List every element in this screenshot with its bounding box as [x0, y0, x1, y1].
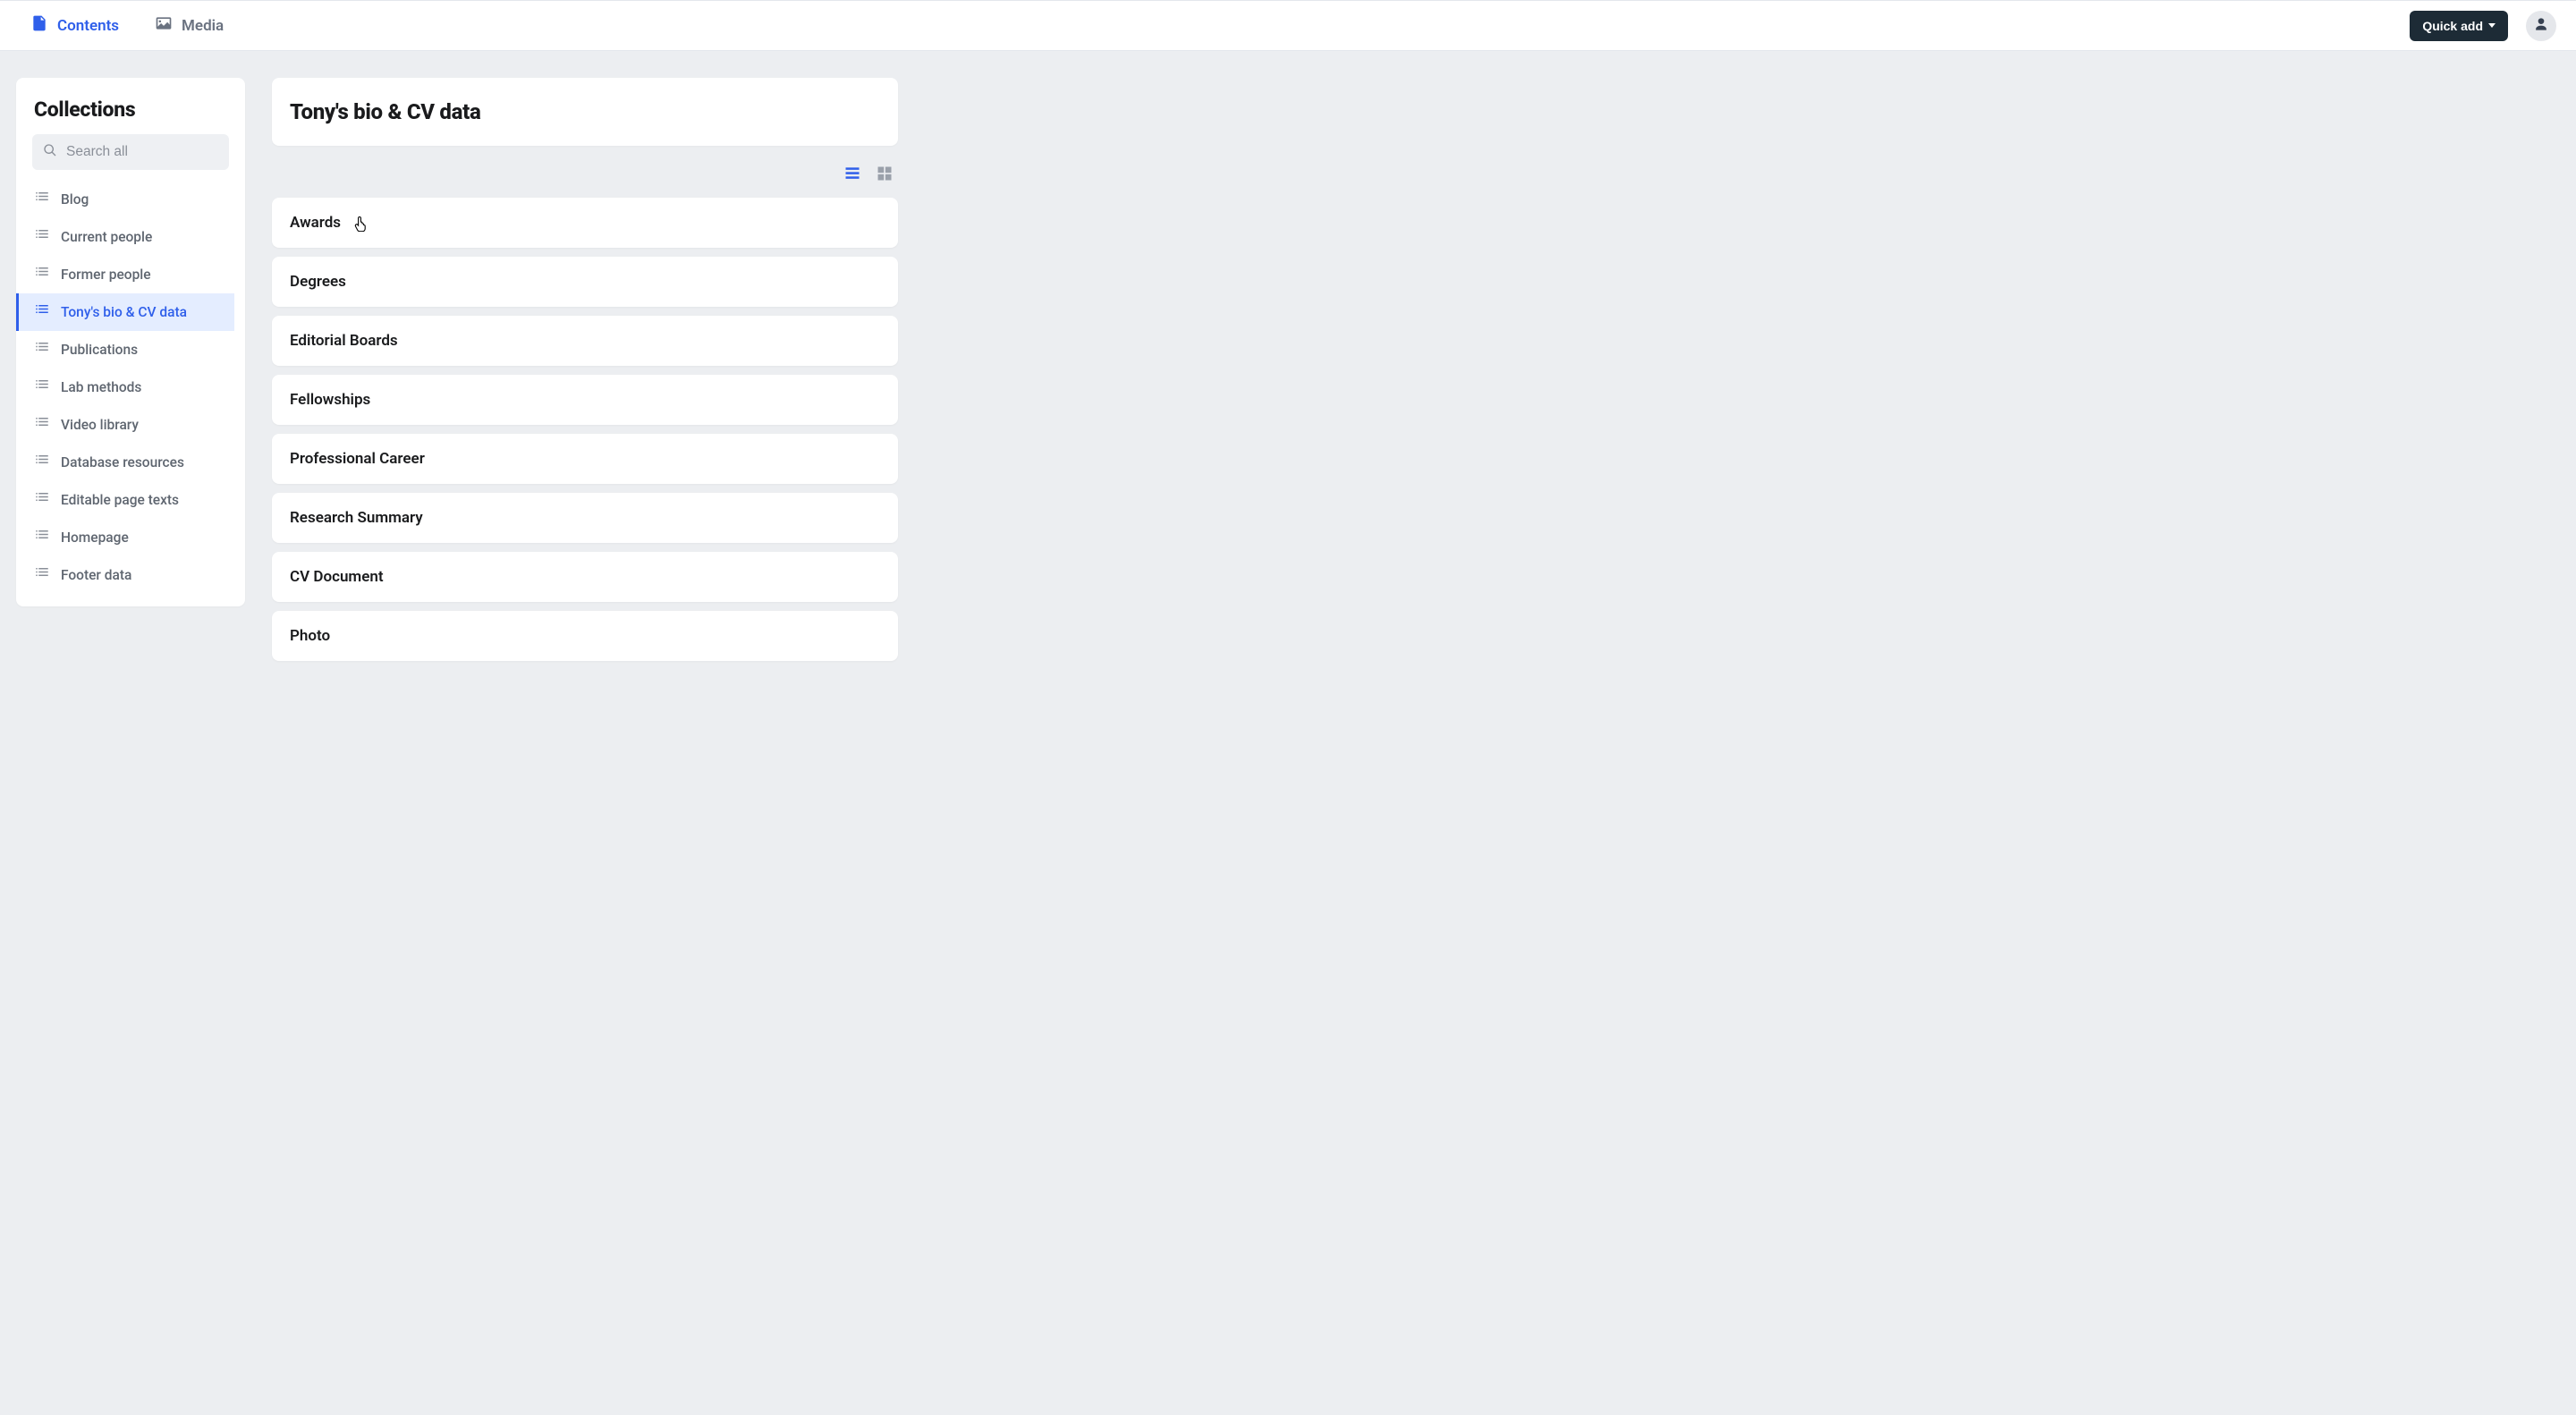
sidebar-item-label: Blog — [61, 191, 89, 208]
entry-card[interactable]: Editorial Boards — [272, 316, 898, 366]
entry-label: Professional Career — [290, 450, 425, 468]
nav-media-label: Media — [182, 17, 224, 35]
content-column: Tony's bio & CV data Awards Degrees Editor… — [272, 78, 898, 670]
collection-icon — [34, 302, 50, 322]
entry-card[interactable]: CV Document — [272, 552, 898, 602]
grid-icon — [876, 165, 894, 186]
sidebar-item-label: Footer data — [61, 567, 131, 583]
nav-contents-label: Contents — [57, 17, 119, 35]
collection-icon — [34, 265, 50, 284]
collection-icon — [34, 377, 50, 397]
sidebar: Collections Blog Current people Former peo… — [16, 78, 245, 606]
list-icon — [843, 165, 861, 186]
person-icon — [2532, 15, 2550, 37]
sidebar-item[interactable]: Publications — [16, 331, 234, 369]
page-body: Collections Blog Current people Former peo… — [0, 51, 2576, 697]
sidebar-item[interactable]: Database resources — [16, 444, 234, 481]
entry-label: Awards — [290, 214, 341, 232]
entry-list: Awards Degrees Editorial Boards Fellowships… — [272, 198, 898, 670]
sidebar-item[interactable]: Video library — [16, 406, 234, 444]
sidebar-item-label: Editable page texts — [61, 492, 179, 508]
entry-label: Fellowships — [290, 391, 370, 409]
nav-contents[interactable]: Contents — [30, 14, 119, 37]
entry-card[interactable]: Professional Career — [272, 434, 898, 484]
collection-icon — [34, 340, 50, 360]
sidebar-item-label: Publications — [61, 342, 138, 358]
entry-label: Editorial Boards — [290, 332, 398, 350]
list-view-button[interactable] — [843, 165, 862, 185]
collection-title-card: Tony's bio & CV data — [272, 78, 898, 146]
search-input[interactable] — [66, 144, 218, 160]
entry-label: Degrees — [290, 273, 346, 291]
sidebar-item-label: Tony's bio & CV data — [61, 304, 187, 320]
entry-card[interactable]: Photo — [272, 611, 898, 661]
sidebar-item-label: Homepage — [61, 530, 129, 546]
sidebar-item[interactable]: Tony's bio & CV data — [16, 293, 234, 331]
entry-label: CV Document — [290, 568, 384, 586]
entry-card[interactable]: Fellowships — [272, 375, 898, 425]
collection-icon — [34, 565, 50, 585]
quick-add-label: Quick add — [2422, 19, 2483, 33]
collection-icon — [34, 227, 50, 247]
search-box[interactable] — [32, 134, 229, 170]
entry-label: Photo — [290, 627, 330, 645]
collection-icon — [34, 453, 50, 472]
sidebar-item[interactable]: Current people — [16, 218, 234, 256]
collection-icon — [34, 415, 50, 435]
top-nav-left: Contents Media — [30, 14, 224, 37]
sidebar-item[interactable]: Editable page texts — [16, 481, 234, 519]
entry-card[interactable]: Degrees — [272, 257, 898, 307]
sidebar-item[interactable]: Footer data — [16, 556, 234, 594]
entry-card[interactable]: Research Summary — [272, 493, 898, 543]
sidebar-item[interactable]: Former people — [16, 256, 234, 293]
sidebar-item[interactable]: Lab methods — [16, 369, 234, 406]
sidebar-item-label: Database resources — [61, 454, 184, 470]
sidebar-item-label: Former people — [61, 267, 151, 283]
caret-down-icon — [2488, 23, 2496, 28]
sidebar-item-label: Video library — [61, 417, 139, 433]
view-toggle-row — [272, 165, 898, 198]
top-bar: Contents Media Quick add — [0, 0, 2576, 51]
entry-label: Research Summary — [290, 509, 423, 527]
sidebar-title: Collections — [27, 97, 234, 134]
top-nav-right: Quick add — [2410, 11, 2556, 41]
search-icon — [43, 143, 57, 161]
quick-add-button[interactable]: Quick add — [2410, 11, 2508, 41]
nav-media[interactable]: Media — [155, 14, 224, 37]
page-title: Tony's bio & CV data — [290, 99, 880, 124]
sidebar-item-label: Current people — [61, 229, 152, 245]
user-avatar[interactable] — [2526, 11, 2556, 41]
entry-card[interactable]: Awards — [272, 198, 898, 248]
collection-icon — [34, 528, 50, 547]
document-icon — [30, 14, 48, 37]
collection-icon — [34, 190, 50, 209]
image-icon — [155, 14, 173, 37]
sidebar-item-label: Lab methods — [61, 379, 141, 395]
collection-list: Blog Current people Former people Tony's bi… — [27, 181, 234, 594]
sidebar-item[interactable]: Homepage — [16, 519, 234, 556]
sidebar-item[interactable]: Blog — [16, 181, 234, 218]
collection-icon — [34, 490, 50, 510]
grid-view-button[interactable] — [875, 165, 894, 185]
